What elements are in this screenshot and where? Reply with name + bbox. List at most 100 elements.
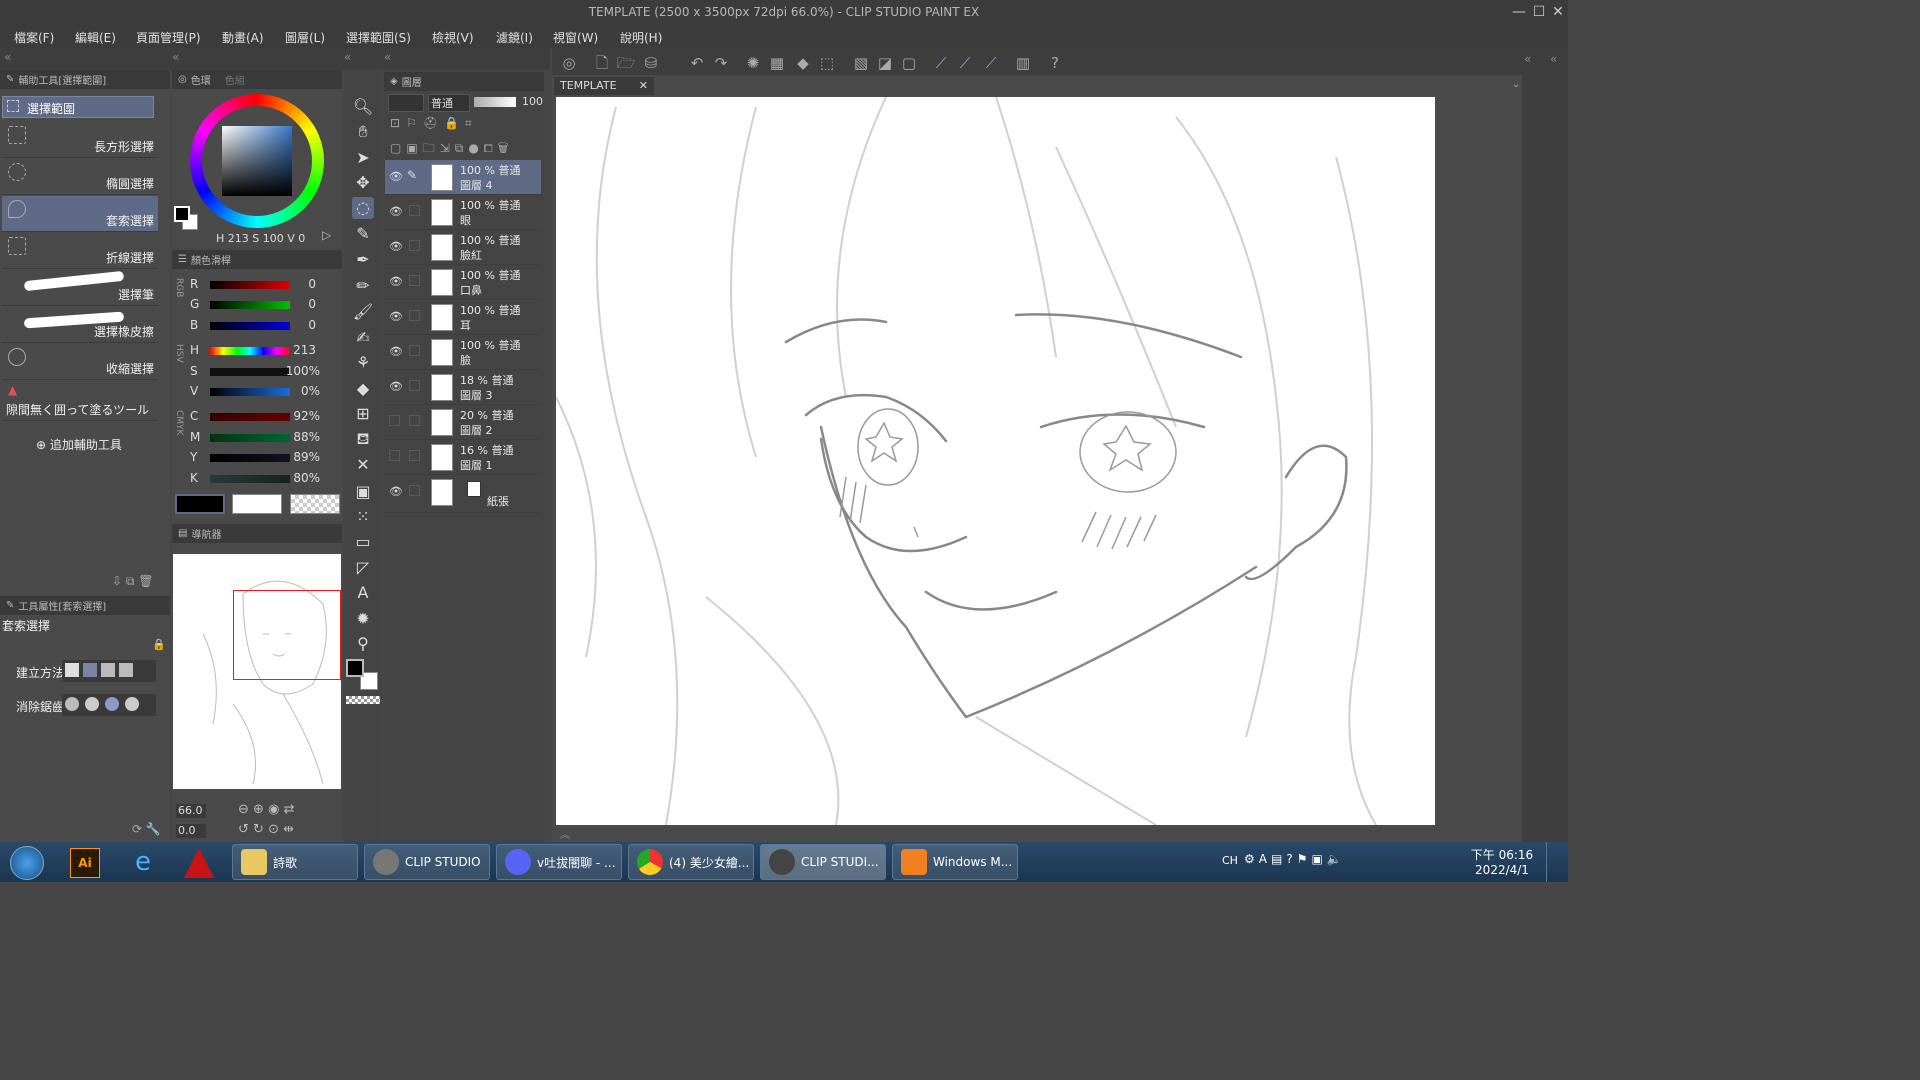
collapse-right-icon[interactable]: « xyxy=(1550,52,1557,66)
aa-medium-icon[interactable] xyxy=(105,697,119,711)
ime-icon[interactable]: ⚙ xyxy=(1244,852,1259,866)
delete-layer-icon[interactable]: 🗑 xyxy=(498,141,514,155)
gradient-tool-icon[interactable]: ✕ xyxy=(352,454,374,476)
collapse-right-icon[interactable]: « xyxy=(1524,52,1531,66)
layer-row[interactable]: 16 % 普通 圖層 1 xyxy=(385,440,541,475)
eye-icon[interactable]: 👁 xyxy=(389,240,403,253)
fit-icon[interactable]: ◉ xyxy=(268,802,279,817)
clear-outside-icon[interactable]: ▦ xyxy=(766,52,788,74)
eraser-tool-icon[interactable]: ◆ xyxy=(352,378,374,400)
show-area-icon[interactable]: ▢ xyxy=(898,52,920,74)
clip-icon[interactable]: ⊡ xyxy=(390,116,406,130)
minimize-button[interactable]: — xyxy=(1510,3,1528,21)
figure-tool-icon[interactable]: ▣ xyxy=(352,481,374,503)
combine-icon[interactable]: ⧉ xyxy=(455,141,469,155)
menu-help[interactable]: 說明(H) xyxy=(620,29,662,46)
reset-rotation-icon[interactable]: ⊙ xyxy=(268,822,279,837)
pen-tool-icon[interactable]: ✒ xyxy=(352,249,374,271)
text-tool-icon[interactable]: ◸ xyxy=(352,557,374,579)
subtool-item[interactable]: 選擇橡皮擦 xyxy=(2,307,158,343)
internet-explorer-icon[interactable]: e xyxy=(128,848,158,878)
subtool-item[interactable]: 折線選擇 xyxy=(2,233,158,269)
layer-row[interactable]: 👁 100 % 普通眼 xyxy=(385,195,541,230)
new-raster-layer-icon[interactable]: ▢ xyxy=(390,141,406,155)
eye-icon[interactable]: 👁 xyxy=(389,345,403,358)
hue-ring[interactable] xyxy=(190,94,324,228)
language-indicator[interactable]: CH xyxy=(1222,854,1238,867)
rotate-left-icon[interactable]: ↺ xyxy=(238,822,249,837)
font-icon[interactable]: A xyxy=(1259,852,1271,866)
ruler-tool-icon[interactable]: ▭ xyxy=(352,531,374,553)
slider-k[interactable] xyxy=(210,475,290,483)
lock-alpha-icon[interactable]: ⌗ xyxy=(465,116,478,130)
layer-row[interactable]: 20 % 普通 圖層 2 xyxy=(385,405,541,440)
flag-icon[interactable]: ⚑ xyxy=(1297,852,1312,866)
tab-color-set[interactable]: 色組 xyxy=(225,72,245,87)
start-button[interactable] xyxy=(10,846,44,880)
device-icon[interactable]: ▥ xyxy=(1012,52,1034,74)
slider-s[interactable] xyxy=(210,368,290,376)
flip-icon[interactable]: ⇄ xyxy=(284,802,295,817)
collapse-left-icon[interactable]: « xyxy=(172,50,179,64)
deselect-icon[interactable]: ▧ xyxy=(850,52,872,74)
antialias-buttons[interactable] xyxy=(62,694,156,716)
copy-icon[interactable]: ⧉ xyxy=(126,574,138,588)
layer-row[interactable]: 👁 18 % 普通 圖層 3 xyxy=(385,370,541,405)
layer-lock-box[interactable] xyxy=(409,345,420,356)
transfer-icon[interactable]: ⇲ xyxy=(440,141,455,155)
drawing-color-white[interactable] xyxy=(232,494,282,514)
slider-value-b[interactable]: 0 xyxy=(276,318,316,332)
eye-icon[interactable]: 👁 xyxy=(389,205,403,218)
subtool-item[interactable]: 選擇筆 xyxy=(2,270,158,306)
ref-icon[interactable]: ⚐ xyxy=(406,116,423,130)
slider-c[interactable] xyxy=(210,413,290,421)
saturation-value-square[interactable] xyxy=(222,126,292,196)
zoom-in-icon[interactable]: ⊕ xyxy=(253,802,264,817)
subtool-item[interactable]: 長方形選擇 xyxy=(2,122,158,158)
volume-icon[interactable]: 🔈 xyxy=(1327,852,1346,866)
slider-value-v[interactable]: 0% xyxy=(280,384,320,398)
layer-lock-box[interactable] xyxy=(409,205,420,216)
menu-animation[interactable]: 動畫(A) xyxy=(222,29,264,46)
layer-lock-box[interactable] xyxy=(409,310,420,321)
drawing-canvas[interactable] xyxy=(556,97,1435,825)
slider-y[interactable] xyxy=(210,454,290,462)
clip-studio-icon[interactable]: ◎ xyxy=(558,52,580,74)
slider-value-c[interactable]: 92% xyxy=(280,409,320,423)
correction-tool-icon[interactable]: ⚲ xyxy=(352,633,374,655)
undo-icon[interactable]: ↶ xyxy=(686,52,708,74)
taskbar-app[interactable]: CLIP STUDIO xyxy=(364,844,490,880)
snap-special-icon[interactable]: ⟋ xyxy=(954,52,976,74)
menu-window[interactable]: 視窗(W) xyxy=(553,29,598,46)
layer-lock-box[interactable] xyxy=(409,415,420,426)
slider-value-g[interactable]: 0 xyxy=(276,297,316,311)
lock-icon[interactable]: 🔒 xyxy=(152,638,166,651)
visibility-box[interactable] xyxy=(389,450,400,461)
layer-lock-box[interactable] xyxy=(409,450,420,461)
menu-file[interactable]: 檔案(F) xyxy=(14,29,54,46)
new-file-icon[interactable]: 🗋 xyxy=(591,52,613,74)
clear-icon[interactable]: ✺ xyxy=(742,52,764,74)
slider-value-s[interactable]: 100% xyxy=(280,364,320,378)
mask-icon[interactable]: ● xyxy=(468,141,483,155)
zoom-field[interactable]: 66.0 xyxy=(176,804,206,818)
subtool-group[interactable]: 選擇範圍 xyxy=(2,96,154,118)
brush-tool-icon[interactable]: 🖌︎ xyxy=(352,301,374,323)
import-icon[interactable]: ⇩ xyxy=(112,574,126,588)
show-desktop-button[interactable] xyxy=(1546,842,1568,882)
method-buttons[interactable] xyxy=(62,660,156,682)
play-icon[interactable]: ▷ xyxy=(322,228,331,242)
collapse-left-icon[interactable]: « xyxy=(344,50,351,64)
layer-lock-box[interactable] xyxy=(409,240,420,251)
slider-value-y[interactable]: 89% xyxy=(280,450,320,464)
mirror-icon[interactable]: ⇹ xyxy=(283,822,294,837)
subtool-item[interactable]: 橢圓選擇 xyxy=(2,159,158,195)
main-color-swatch[interactable] xyxy=(174,206,190,222)
layer-row[interactable]: 👁 100 % 普通臉 xyxy=(385,335,541,370)
snap-ruler-icon[interactable]: ⟋ xyxy=(930,52,952,74)
navigator-preview[interactable] xyxy=(173,554,341,789)
add-selection-icon[interactable] xyxy=(83,663,97,677)
subtool-item[interactable]: ▲ 隙間無く囲って塗るツール xyxy=(2,381,158,421)
illustrator-icon[interactable]: Ai xyxy=(70,848,100,878)
slider-value-k[interactable]: 80% xyxy=(280,471,320,485)
